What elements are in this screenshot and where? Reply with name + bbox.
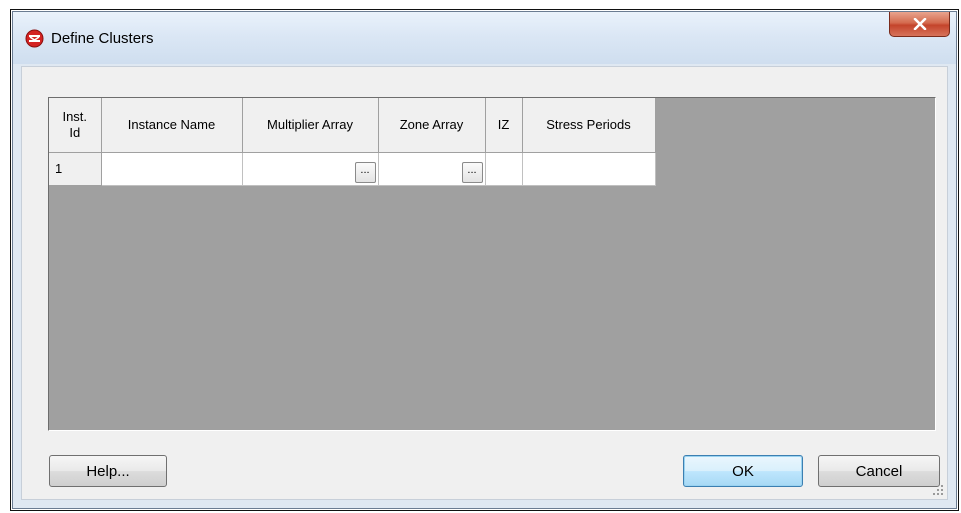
clusters-grid[interactable]: Inst. Id Instance Name Multiplier Array … [48,97,936,431]
resize-grip-icon[interactable] [932,484,944,496]
row-id-cell[interactable]: 1 [49,152,102,186]
multiplier-array-browse-button[interactable]: ... [354,161,376,183]
close-icon [913,18,926,30]
column-header-stress-periods[interactable]: Stress Periods [522,98,656,153]
column-header-multiplier-array[interactable]: Multiplier Array [242,98,379,153]
close-button[interactable] [889,12,950,37]
ok-button[interactable]: OK [683,455,803,487]
stress-periods-cell[interactable] [522,152,656,186]
column-header-iz[interactable]: IZ [485,98,523,153]
clusters-table: Inst. Id Instance Name Multiplier Array … [49,98,656,186]
dialog-window: Define Clusters Inst. Id Instance Name M… [12,11,957,509]
zone-array-cell[interactable]: ... [378,152,486,186]
window-title: Define Clusters [51,30,154,47]
iz-cell[interactable] [485,152,523,186]
column-header-instance-name[interactable]: Instance Name [101,98,243,153]
multiplier-array-cell[interactable]: ... [242,152,379,186]
cancel-button[interactable]: Cancel [818,455,940,487]
instance-name-cell[interactable] [101,152,243,186]
app-logo-icon [25,29,44,48]
zone-array-browse-button[interactable]: ... [461,161,483,183]
column-header-inst-id[interactable]: Inst. Id [49,98,102,153]
title-bar[interactable]: Define Clusters [13,12,956,64]
dialog-client-area: Inst. Id Instance Name Multiplier Array … [21,66,948,500]
column-header-zone-array[interactable]: Zone Array [378,98,486,153]
grid-header-row: Inst. Id Instance Name Multiplier Array … [49,98,656,153]
help-button[interactable]: Help... [49,455,167,487]
table-row: 1 ... ... [49,152,656,186]
